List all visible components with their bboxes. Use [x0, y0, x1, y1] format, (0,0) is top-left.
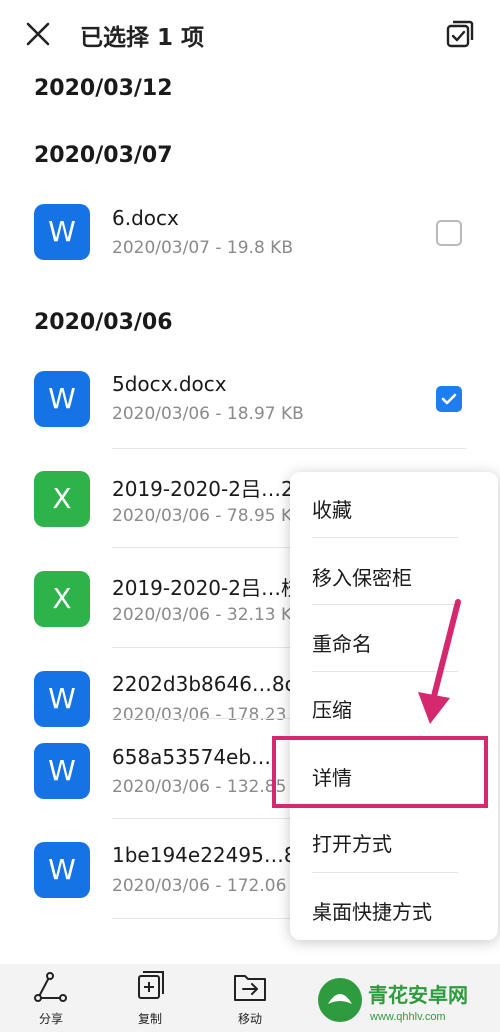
word-file-icon: W [34, 743, 90, 799]
menu-item-desktop-shortcut[interactable]: 桌面快捷方式 [312, 896, 432, 925]
file-name[interactable]: 2019-2020-2吕…21 [112, 473, 306, 502]
file-checkbox-checked[interactable] [436, 386, 462, 412]
page-title: 已选择 1 项 [80, 25, 205, 51]
word-file-icon: W [34, 671, 90, 727]
check-icon [441, 393, 457, 405]
date-header: 2020/03/07 [34, 143, 173, 168]
file-meta: 2020/03/06 - 18.97 KB [112, 404, 304, 424]
excel-file-icon: X [34, 471, 90, 527]
menu-item-favorite[interactable]: 收藏 [312, 494, 352, 523]
file-checkbox[interactable] [436, 220, 462, 246]
close-icon[interactable] [24, 20, 52, 48]
move-icon [234, 975, 266, 1001]
file-name[interactable]: 6.docx [112, 206, 179, 230]
file-name[interactable]: 2019-2020-2吕…校 [112, 572, 301, 601]
copy-icon [138, 971, 164, 999]
file-name[interactable]: 5docx.docx [112, 372, 227, 396]
move-label: 移动 [237, 1012, 262, 1026]
annotation-arrow-icon [418, 599, 461, 724]
annotation-highlight-box [272, 736, 488, 808]
file-meta: 2020/03/06 - 78.95 KB [112, 506, 304, 526]
file-name[interactable]: 2202d3b8646…8c [112, 672, 296, 696]
file-name[interactable]: 658a53574eb… [112, 745, 271, 769]
share-icon [34, 972, 67, 1002]
file-meta: 2020/03/06 - 32.13 KB [112, 605, 304, 625]
menu-divider [312, 872, 458, 873]
copy-label: 复制 [137, 1012, 162, 1026]
select-all-icon[interactable] [444, 18, 476, 50]
excel-file-icon: X [34, 571, 90, 627]
menu-item-rename[interactable]: 重命名 [312, 628, 372, 657]
menu-item-compress[interactable]: 压缩 [312, 694, 352, 723]
share-button[interactable]: 分享 [16, 964, 86, 1032]
watermark-logo: 青花安卓网 www.qhhlv.com [310, 972, 500, 1028]
file-meta: 2020/03/06 - 172.06 [112, 876, 287, 896]
move-button[interactable]: 移动 [215, 964, 285, 1032]
word-file-icon: W [34, 842, 90, 898]
date-header: 2020/03/06 [34, 310, 173, 335]
watermark-url: www.qhhlv.com [369, 1011, 446, 1023]
menu-item-open-with[interactable]: 打开方式 [312, 828, 392, 857]
menu-divider [312, 537, 458, 538]
file-name[interactable]: 1be194e22495…8 [112, 843, 297, 867]
share-label: 分享 [38, 1012, 63, 1026]
watermark-title: 青花安卓网 [368, 983, 468, 1007]
file-meta: 2020/03/06 - 178.23 [112, 705, 287, 725]
file-meta: 2020/03/06 - 132.85 [112, 777, 287, 797]
file-meta: 2020/03/07 - 19.8 KB [112, 238, 293, 258]
word-file-icon: W [34, 371, 90, 427]
copy-button[interactable]: 复制 [115, 964, 185, 1032]
divider [112, 448, 466, 449]
menu-item-move-to-safe[interactable]: 移入保密柜 [312, 562, 412, 591]
word-file-icon: W [34, 204, 90, 260]
date-header: 2020/03/12 [34, 76, 173, 101]
